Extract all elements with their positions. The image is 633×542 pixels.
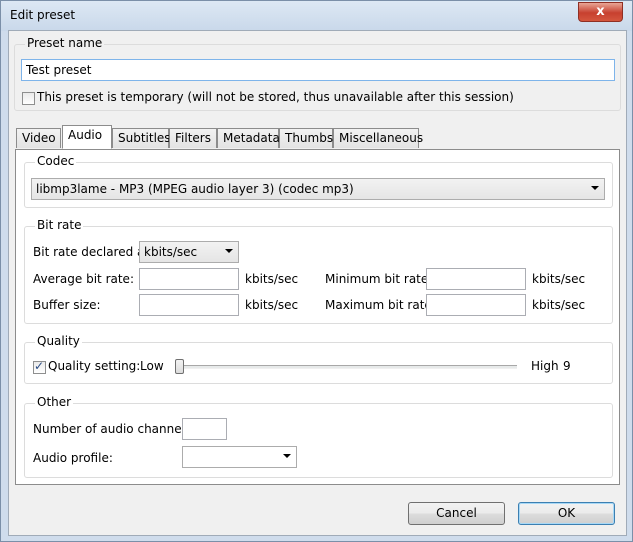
window-title: Edit preset — [10, 8, 76, 22]
bitrate-group-label: Bit rate — [35, 218, 84, 232]
ok-button[interactable]: OK — [518, 502, 615, 525]
chevron-down-icon — [591, 186, 599, 190]
temporary-checkbox[interactable] — [22, 92, 35, 105]
average-bitrate-input[interactable] — [139, 268, 239, 290]
quality-setting-checkbox[interactable] — [33, 359, 46, 374]
close-button[interactable]: x — [578, 2, 623, 22]
quality-value: 9 — [563, 359, 571, 373]
cancel-button[interactable]: Cancel — [408, 502, 505, 525]
tab-video[interactable]: Video — [16, 128, 61, 148]
quality-low-label: Low — [140, 359, 164, 373]
maximum-bitrate-input[interactable] — [426, 294, 526, 316]
codec-dropdown-value: libmp3lame - MP3 (MPEG audio layer 3) (c… — [36, 182, 354, 196]
preset-name-input[interactable] — [21, 59, 615, 81]
preset-name-label: Preset name — [25, 36, 105, 50]
minimum-bitrate-label: Minimum bit rate: — [325, 272, 433, 286]
buffer-size-unit: kbits/sec — [245, 298, 299, 312]
audio-channels-input[interactable] — [182, 418, 227, 440]
average-bitrate-unit: kbits/sec — [245, 272, 299, 286]
title-bar[interactable]: Edit preset x — [1, 1, 632, 31]
tab-audio[interactable]: Audio — [62, 125, 112, 149]
quality-setting-label: Quality setting: — [48, 359, 141, 373]
maximum-bitrate-label: Maximum bit rate: — [325, 298, 436, 312]
buffer-size-label: Buffer size: — [33, 298, 101, 312]
dialog-client-area: Preset name This preset is temporary (wi… — [8, 30, 627, 536]
bitrate-declared-value: kbits/sec — [144, 245, 198, 259]
temporary-checkbox-label: This preset is temporary (will not be st… — [37, 90, 514, 104]
quality-group-label: Quality — [35, 334, 82, 348]
quality-high-label: High — [531, 359, 559, 373]
tab-subtitles[interactable]: Subtitles — [112, 128, 171, 148]
bitrate-declared-label: Bit rate declared as: — [33, 245, 155, 259]
tab-metadata[interactable]: Metadata — [217, 128, 280, 148]
audio-channels-label: Number of audio channels: — [33, 422, 196, 436]
minimum-bitrate-input[interactable] — [426, 268, 526, 290]
audio-profile-dropdown[interactable] — [182, 446, 297, 468]
bitrate-declared-dropdown[interactable]: kbits/sec — [139, 241, 239, 263]
codec-dropdown[interactable]: libmp3lame - MP3 (MPEG audio layer 3) (c… — [31, 178, 605, 200]
average-bitrate-label: Average bit rate: — [33, 272, 134, 286]
maximum-bitrate-unit: kbits/sec — [532, 298, 586, 312]
tab-miscellaneous[interactable]: Miscellaneous — [333, 128, 423, 148]
buffer-size-input[interactable] — [139, 294, 239, 316]
tab-filters[interactable]: Filters — [169, 128, 217, 148]
edit-preset-window: Edit preset x Preset name This preset is… — [0, 0, 633, 542]
tab-thumbs[interactable]: Thumbs — [279, 128, 333, 148]
chevron-down-icon — [283, 454, 291, 458]
minimum-bitrate-unit: kbits/sec — [532, 272, 586, 286]
quality-slider-track[interactable] — [175, 365, 517, 369]
codec-group-label: Codec — [35, 154, 77, 168]
quality-slider-thumb[interactable] — [175, 359, 184, 374]
chevron-down-icon — [225, 249, 233, 253]
audio-profile-label: Audio profile: — [33, 451, 113, 465]
other-group: Other — [24, 395, 613, 478]
audio-tab-page: Codec libmp3lame - MP3 (MPEG audio layer… — [15, 149, 620, 485]
other-group-label: Other — [35, 395, 74, 409]
